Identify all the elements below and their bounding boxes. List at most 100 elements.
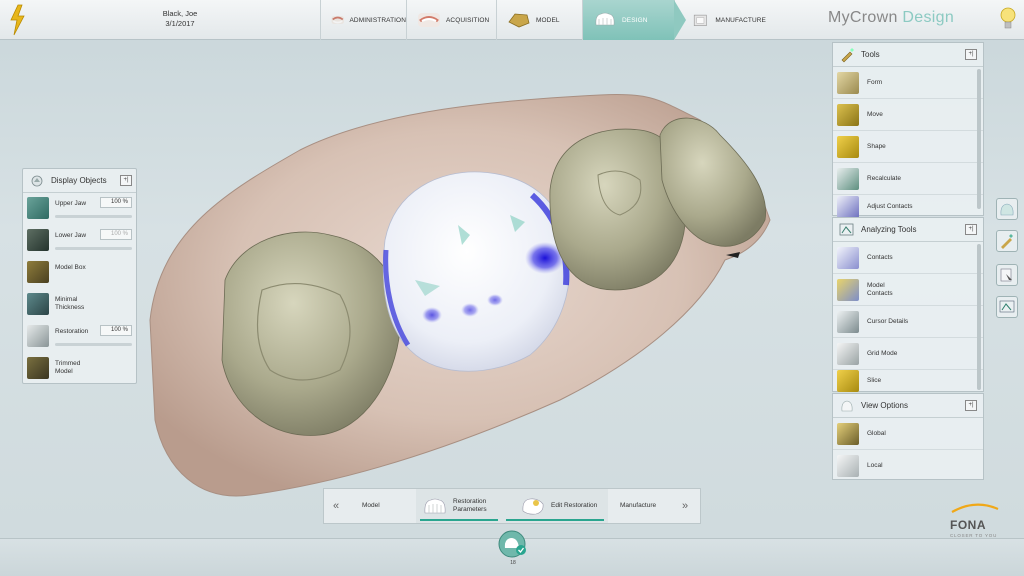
workflow-step-label: DESIGN	[622, 16, 648, 24]
step-restoration-parameters[interactable]: Restoration Parameters	[416, 489, 502, 523]
analyzing-tools-section: Analyzing Tools +| Contacts Model Contac…	[832, 217, 984, 392]
pin-tools-button[interactable]: +|	[965, 49, 977, 60]
trimmed-model-icon	[27, 357, 49, 379]
analyzing-label: Slice	[867, 377, 882, 384]
tools-section: Tools +| Form Move Shape Recalculate Adj…	[832, 42, 984, 219]
manufacture-icon	[693, 14, 707, 26]
step-edit-restoration[interactable]: Edit Restoration	[502, 489, 608, 523]
model-box-icon	[27, 261, 49, 283]
step-label: Manufacture	[620, 502, 657, 509]
display-item-trimmed-model[interactable]: Trimmed Model	[23, 353, 136, 385]
display-item-label: Lower Jaw	[55, 232, 87, 239]
pin-analyzing-button[interactable]: +|	[965, 224, 977, 235]
cursor-details-quick-icon	[1000, 268, 1012, 282]
tool-adjust-contacts[interactable]: Adjust Contacts	[833, 195, 983, 219]
analyzing-label: Model Contacts	[867, 281, 893, 297]
design-icon	[595, 12, 615, 26]
view-option-global[interactable]: Global	[833, 418, 983, 450]
restoration-opacity-slider[interactable]	[55, 343, 132, 346]
view-option-label: Global	[867, 429, 886, 437]
analyze-quick-icon	[999, 300, 1015, 313]
restoration-opacity-value[interactable]: 100 %	[100, 325, 132, 336]
adjust-contacts-icon	[837, 196, 859, 218]
tool-move[interactable]: Move	[833, 99, 983, 131]
view-options-section: View Options +| Global Local	[832, 393, 984, 480]
app-title: MyCrown Design	[828, 9, 954, 27]
analyzing-cursor-details[interactable]: Cursor Details	[833, 306, 983, 338]
analyzing-contacts[interactable]: Contacts	[833, 242, 983, 274]
shape-icon	[837, 135, 859, 158]
top-bar: Black, Joe 3/1/2017 ADMINISTRATION ACQUI…	[0, 0, 1024, 40]
recalculate-icon	[837, 167, 859, 190]
previous-step-button[interactable]: «	[324, 489, 348, 523]
upper-jaw-opacity-value[interactable]: 100 %	[100, 197, 132, 208]
exit-icon[interactable]	[6, 4, 28, 36]
view-option-local[interactable]: Local	[833, 450, 983, 482]
patient-info[interactable]: Black, Joe 3/1/2017	[140, 9, 220, 29]
view-options-header: View Options	[833, 394, 983, 418]
administration-icon	[331, 16, 344, 24]
tooth-number-label: 18	[510, 560, 516, 566]
upper-jaw-opacity-slider[interactable]	[55, 215, 132, 218]
quick-analyze-button[interactable]	[996, 296, 1018, 318]
display-item-label: Upper Jaw	[55, 200, 87, 207]
workflow-step-design[interactable]: DESIGN	[582, 0, 686, 40]
step-label: Edit Restoration	[551, 502, 598, 509]
form-icon	[837, 71, 859, 94]
display-item-lower-jaw[interactable]: Lower Jaw 100 %	[23, 225, 136, 257]
patient-name: Black, Joe	[162, 9, 198, 18]
analyzing-grid-mode[interactable]: Grid Mode	[833, 338, 983, 370]
app-title-accent: Design	[902, 9, 955, 26]
workflow-step-model[interactable]: MODEL	[496, 0, 582, 40]
lightbulb-icon[interactable]	[1000, 5, 1016, 33]
local-view-icon	[837, 455, 859, 477]
quick-restoration-button[interactable]	[996, 198, 1018, 220]
fona-logo-text: FONA	[950, 518, 986, 532]
fona-logo-arc	[951, 503, 999, 513]
tool-label: Shape	[867, 142, 886, 150]
workflow-step-label: MANUFACTURE	[715, 16, 766, 24]
global-view-icon	[837, 422, 859, 445]
app-title-main: MyCrown	[828, 9, 898, 26]
tools-icon	[841, 47, 854, 62]
display-objects-title: Display Objects	[51, 176, 107, 185]
display-item-label: Model Box	[55, 264, 86, 271]
display-item-upper-jaw[interactable]: Upper Jaw 100 %	[23, 193, 136, 225]
lower-jaw-opacity-slider[interactable]	[55, 247, 132, 250]
lower-jaw-icon	[27, 229, 49, 251]
tool-recalculate[interactable]: Recalculate	[833, 163, 983, 195]
display-item-restoration[interactable]: Restoration 100 %	[23, 321, 136, 353]
workflow-step-administration[interactable]: ADMINISTRATION	[320, 0, 406, 40]
workflow-step-manufacture[interactable]: MANUFACTURE	[674, 0, 766, 40]
quick-cursor-button[interactable]	[996, 264, 1018, 286]
workflow-step-label: MODEL	[536, 16, 560, 24]
tools-header: Tools	[833, 43, 983, 67]
analyzing-tools-title: Analyzing Tools	[861, 225, 917, 234]
lower-jaw-opacity-value[interactable]: 100 %	[100, 229, 132, 240]
view-options-icon	[841, 400, 853, 411]
display-item-model-box[interactable]: Model Box	[23, 257, 136, 289]
tool-shape[interactable]: Shape	[833, 131, 983, 163]
edit-restoration-icon	[522, 498, 544, 515]
contacts-icon	[837, 246, 859, 269]
pin-view-options-button[interactable]: +|	[965, 400, 977, 411]
restoration-status-icon[interactable]	[497, 530, 529, 558]
pin-panel-button[interactable]: +|	[120, 175, 132, 186]
step-manufacture[interactable]: Manufacture	[608, 489, 670, 523]
fona-logo: FONA CLOSER TO YOU	[950, 500, 1000, 538]
tools-scrollbar[interactable]	[977, 69, 981, 209]
analyzing-label: Grid Mode	[867, 349, 898, 357]
display-item-minimal-thickness[interactable]: Minimal Thickness	[23, 289, 136, 321]
analyzing-scrollbar[interactable]	[977, 244, 981, 390]
quick-tools-button[interactable]	[996, 230, 1018, 252]
next-step-button[interactable]: »	[670, 489, 700, 523]
tool-form[interactable]: Form	[833, 67, 983, 99]
workflow-step-acquisition[interactable]: ACQUISITION	[406, 0, 496, 40]
minimal-thickness-icon	[27, 293, 49, 315]
analyzing-model-contacts[interactable]: Model Contacts	[833, 274, 983, 306]
analyzing-slice[interactable]: Slice	[833, 370, 983, 392]
view-option-label: Local	[867, 462, 883, 469]
step-model[interactable]: Model	[348, 489, 416, 523]
display-item-label: Minimal Thickness	[55, 296, 85, 311]
grid-mode-icon	[837, 342, 859, 365]
